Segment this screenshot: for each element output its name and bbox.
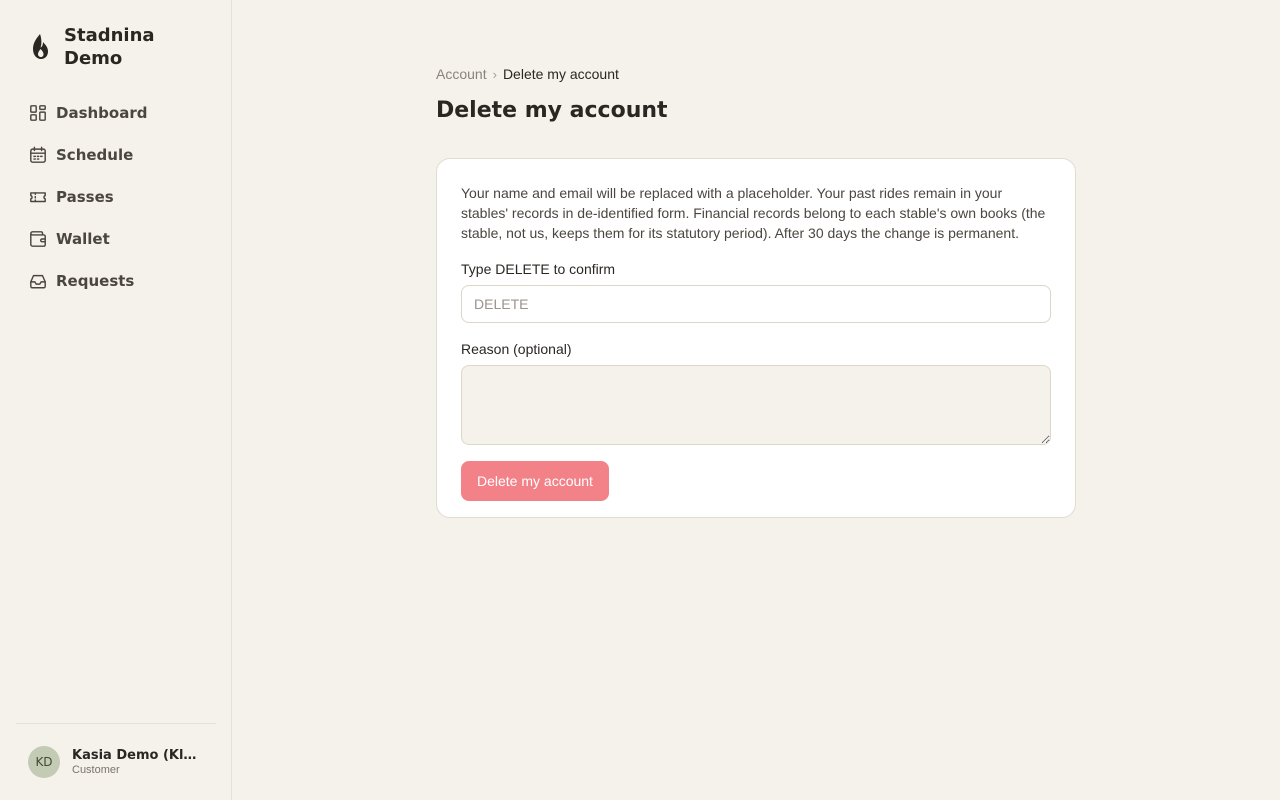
user-profile[interactable]: KD Kasia Demo (Klient) Customer — [16, 723, 216, 800]
main-nav: Dashboard Schedule Passes Wallet Request… — [16, 92, 216, 302]
user-name: Kasia Demo (Klient) — [72, 748, 200, 763]
page-title: Delete my account — [436, 98, 668, 123]
breadcrumb-parent-link[interactable]: Account — [436, 66, 487, 82]
nav-item-schedule[interactable]: Schedule — [16, 134, 216, 176]
delete-account-button[interactable]: Delete my account — [461, 461, 609, 501]
wallet-icon — [28, 229, 48, 249]
user-role: Customer — [72, 764, 120, 776]
breadcrumb: Account › Delete my account — [436, 64, 1076, 84]
nav-item-label: Passes — [56, 188, 114, 206]
user-info: Kasia Demo (Klient) Customer — [72, 748, 200, 776]
nav-item-label: Requests — [56, 272, 135, 290]
ticket-icon — [28, 187, 48, 207]
nav-item-passes[interactable]: Passes — [16, 176, 216, 218]
nav-item-label: Schedule — [56, 146, 134, 164]
breadcrumb-current: Delete my account — [502, 66, 619, 82]
calendar-icon — [28, 145, 48, 165]
avatar: KD — [28, 746, 60, 778]
sidebar: Stadnina Demo Dashboard Schedule Passes … — [0, 0, 232, 800]
nav-item-requests[interactable]: Requests — [16, 260, 216, 302]
breadcrumb-separator: › — [492, 66, 497, 82]
deletion-description: Your name and email will be replaced wit… — [461, 185, 1046, 241]
confirm-label: Type DELETE to confirm — [461, 261, 616, 277]
flame-icon — [28, 31, 52, 63]
nav-item-label: Dashboard — [56, 104, 148, 122]
confirm-input[interactable] — [461, 285, 1051, 323]
reason-label: Reason (optional) — [461, 341, 572, 357]
nav-item-wallet[interactable]: Wallet — [16, 218, 216, 260]
dashboard-icon — [28, 103, 48, 123]
brand-name: Stadnina Demo — [64, 25, 155, 69]
nav-item-dashboard[interactable]: Dashboard — [16, 92, 216, 134]
reason-textarea[interactable] — [461, 365, 1051, 445]
delete-account-card: Your name and email will be replaced wit… — [436, 158, 1076, 518]
brand[interactable]: Stadnina Demo — [28, 24, 184, 70]
inbox-icon — [28, 271, 48, 291]
nav-item-label: Wallet — [56, 230, 110, 248]
main-content: Account › Delete my account Delete my ac… — [436, 64, 1076, 518]
